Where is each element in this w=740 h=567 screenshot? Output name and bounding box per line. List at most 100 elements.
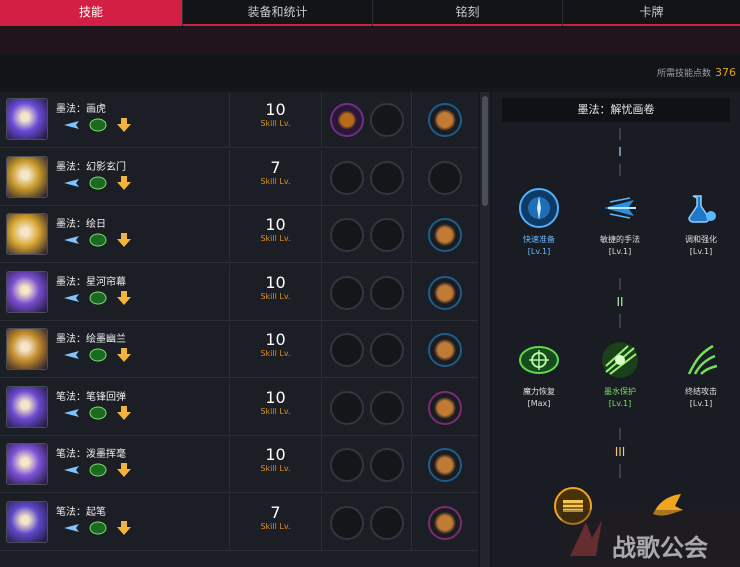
rune-slot[interactable] xyxy=(330,505,364,540)
tripod-finishing-attack[interactable]: 终结攻击 [Lv.1] xyxy=(666,338,736,408)
tripod-level: [Lv.1] xyxy=(608,399,632,408)
rune-slot[interactable] xyxy=(330,390,364,425)
card-cell xyxy=(412,495,478,551)
skill-name: 墨法：画虎 xyxy=(56,104,106,115)
tab-equipment-stats[interactable]: 装备和统计 xyxy=(183,0,373,26)
skill-icon[interactable] xyxy=(6,98,48,140)
card-slot[interactable] xyxy=(428,218,462,252)
gem-slot[interactable] xyxy=(370,448,404,482)
points-bar: 所需技能点数 376 xyxy=(0,54,740,88)
tier-connector xyxy=(619,428,621,440)
skill-list-scrollbar[interactable] xyxy=(480,92,490,567)
skill-level: 10 xyxy=(265,272,286,292)
skill-row[interactable]: 墨法：幻影玄门 7 Skill Lv. xyxy=(0,149,478,206)
tripod-name: 墨水保护 xyxy=(604,387,636,396)
skill-level-label: Skill Lv. xyxy=(260,119,291,128)
skill-row[interactable]: 墨法：画虎 10 Skill Lv. xyxy=(0,92,478,148)
tripod-mana-recovery[interactable]: 魔力恢复 [Max] xyxy=(504,338,574,408)
rune-slot[interactable] xyxy=(330,275,364,310)
card-slot[interactable] xyxy=(428,103,462,137)
tripod-harmony-boost[interactable]: 调和强化 [Lv.1] xyxy=(666,186,736,256)
skill-icon[interactable] xyxy=(6,270,48,313)
skill-level: 10 xyxy=(265,387,286,407)
skill-row[interactable]: 墨法：星河帘幕 10 Skill Lv. xyxy=(0,264,478,321)
tripod-green-icon xyxy=(88,116,108,134)
skill-level: 10 xyxy=(265,100,286,119)
tier-connector xyxy=(619,278,621,290)
skill-cell: 墨法：绘日 xyxy=(0,207,230,263)
skill-cell: 笔法：笔锋回弹 xyxy=(0,379,230,436)
skill-level-label: Skill Lv. xyxy=(260,291,291,301)
skill-level-cell: 10 Skill Lv. xyxy=(230,379,322,436)
skill-name: 墨法：绘日 xyxy=(56,219,106,230)
panel-title: 墨法：解忧画卷 xyxy=(502,98,730,122)
skill-icon[interactable] xyxy=(6,328,48,370)
tripod-ink-protection[interactable]: 墨水保护 [Lv.1] xyxy=(585,338,655,408)
skill-row[interactable]: 笔法：笔锋回弹 10 Skill Lv. xyxy=(0,379,478,436)
rune-cell xyxy=(322,494,412,551)
gem-slot[interactable] xyxy=(370,160,404,195)
tripod-gold-icon xyxy=(114,289,134,307)
skill-cell: 墨法：绘墨幽兰 xyxy=(0,322,230,378)
skill-row[interactable]: 墨法：绘墨幽兰 10 Skill Lv. xyxy=(0,322,478,378)
skill-cell: 墨法：星河帘幕 xyxy=(0,264,230,321)
tripod-quick-prep[interactable]: 快速准备 [Lv.1] xyxy=(504,186,574,256)
tripod-level: [Lv.1] xyxy=(527,247,551,256)
rune-slot[interactable] xyxy=(330,333,364,367)
tripod-level: [Lv.1] xyxy=(608,247,632,256)
tripod-mods xyxy=(62,289,134,307)
card-cell xyxy=(412,437,478,493)
tripod-level: [Lv.1] xyxy=(689,399,713,408)
tier-2-badge: II xyxy=(616,295,624,309)
card-slot[interactable] xyxy=(428,160,462,195)
tab-engravings[interactable]: 铭刻 xyxy=(373,0,563,26)
tripod-agile-technique[interactable]: 敏捷的手法 [Lv.1] xyxy=(585,186,655,256)
rune-slot[interactable] xyxy=(330,160,364,195)
rune-cell xyxy=(322,379,412,436)
tripod-blue-icon xyxy=(62,461,82,479)
tripod-name: 终结攻击 xyxy=(685,387,717,396)
tripod-name: 快速准备 xyxy=(523,235,555,244)
rune-slot[interactable] xyxy=(330,448,364,482)
skill-icon[interactable] xyxy=(6,500,48,543)
tripod-blue-icon xyxy=(62,231,82,249)
skill-cell: 墨法：幻影玄门 xyxy=(0,149,230,206)
skill-row[interactable]: 笔法：起笔 7 Skill Lv. xyxy=(0,494,478,551)
tripod-name: 调和强化 xyxy=(685,235,717,244)
gem-slot[interactable] xyxy=(370,103,404,137)
tripod-green-icon xyxy=(88,174,108,192)
skill-row[interactable]: 笔法：泼墨挥毫 10 Skill Lv. xyxy=(0,437,478,493)
scrollbar-thumb[interactable] xyxy=(482,96,488,206)
gem-slot[interactable] xyxy=(370,218,404,252)
card-slot[interactable] xyxy=(428,505,462,540)
tab-skills[interactable]: 技能 xyxy=(0,0,183,26)
skill-icon[interactable] xyxy=(6,443,48,485)
gem-slot[interactable] xyxy=(370,505,404,540)
skill-icon[interactable] xyxy=(6,155,48,198)
tripod-green-icon xyxy=(88,519,108,537)
skill-level: 10 xyxy=(265,330,286,349)
skill-row[interactable]: 墨法：绘日 10 Skill Lv. xyxy=(0,207,478,263)
skill-level-label: Skill Lv. xyxy=(260,406,291,416)
gem-slot[interactable] xyxy=(370,275,404,310)
tab-cards[interactable]: 卡牌 xyxy=(563,0,740,26)
tripod-green-icon xyxy=(88,461,108,479)
tripod-blue-icon xyxy=(62,346,82,364)
card-slot[interactable] xyxy=(428,448,462,482)
tripod-mods xyxy=(62,346,134,364)
skill-icon[interactable] xyxy=(6,213,48,255)
skill-icon[interactable] xyxy=(6,385,48,428)
skill-cell: 墨法：画虎 xyxy=(0,92,230,148)
tripod-green-icon xyxy=(88,289,108,307)
agile-technique-icon xyxy=(598,186,642,230)
card-slot[interactable] xyxy=(428,275,462,310)
rune-slot[interactable] xyxy=(330,103,364,137)
skill-level-cell: 10 Skill Lv. xyxy=(230,264,322,321)
gem-slot[interactable] xyxy=(370,333,404,367)
skill-level-label: Skill Lv. xyxy=(260,464,291,473)
gem-slot[interactable] xyxy=(370,390,404,425)
rune-slot[interactable] xyxy=(330,218,364,252)
card-slot[interactable] xyxy=(428,333,462,367)
card-slot[interactable] xyxy=(428,390,462,425)
skill-level-cell: 10 Skill Lv. xyxy=(230,437,322,493)
